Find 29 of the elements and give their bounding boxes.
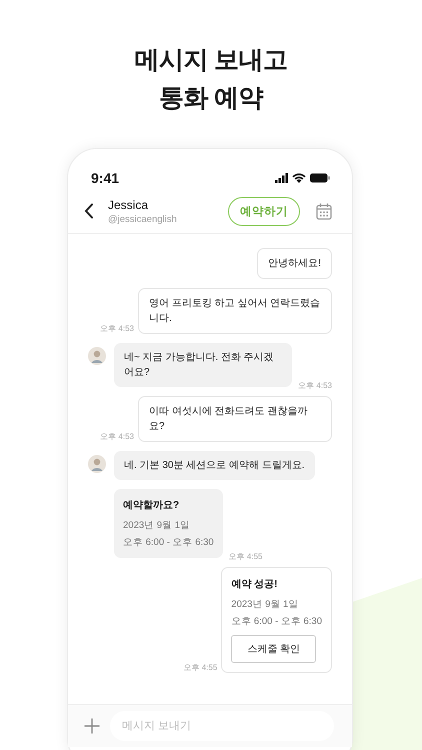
message-bubble: 이따 여섯시에 전화드려도 괜찮을까요? <box>138 396 332 442</box>
booking-time: 오후 6:00 - 오후 6:30 <box>231 615 322 628</box>
back-icon[interactable] <box>84 203 94 219</box>
calendar-icon[interactable] <box>316 202 332 220</box>
message-time: 오후 4:55 <box>228 551 262 562</box>
signal-icon <box>275 173 288 183</box>
message-time: 오후 4:53 <box>298 380 332 391</box>
headline: 메시지 보내고 <box>134 45 288 76</box>
contact-name: Jessica <box>108 198 150 212</box>
booking-time: 오후 6:00 - 오후 6:30 <box>123 536 214 549</box>
status-time: 9:41 <box>91 170 120 186</box>
message-time: 오후 4:53 <box>100 323 134 334</box>
headline: 통화 예약 <box>158 83 264 114</box>
message-time: 오후 4:53 <box>100 431 134 442</box>
message-bubble: 영어 프리토킹 하고 싶어서 연락드렸습니다. <box>138 288 332 334</box>
message-time: 오후 4:55 <box>184 662 218 673</box>
booking-date: 2023년 9월 1일 <box>123 519 191 532</box>
contact-handle: @jessicaenglish <box>108 214 178 224</box>
message-bubble: 네. 기본 30분 세션으로 예약해 드릴게요. <box>114 451 315 480</box>
message-bubble: 안녕하세요! <box>257 248 332 279</box>
message-input[interactable]: 메시지 보내기 <box>110 711 334 741</box>
schedule-button[interactable]: 스케줄 확인 <box>231 635 316 663</box>
battery-icon <box>310 173 330 183</box>
wifi-icon <box>292 173 306 183</box>
booking-title: 예약할까요? <box>123 499 180 512</box>
message-bubble: 네~ 지금 가능합니다. 전화 주시겠어요? <box>114 343 292 387</box>
add-icon[interactable] <box>84 718 100 734</box>
booking-date: 2023년 9월 1일 <box>231 598 300 611</box>
booking-title: 예약 성공! <box>231 578 278 591</box>
